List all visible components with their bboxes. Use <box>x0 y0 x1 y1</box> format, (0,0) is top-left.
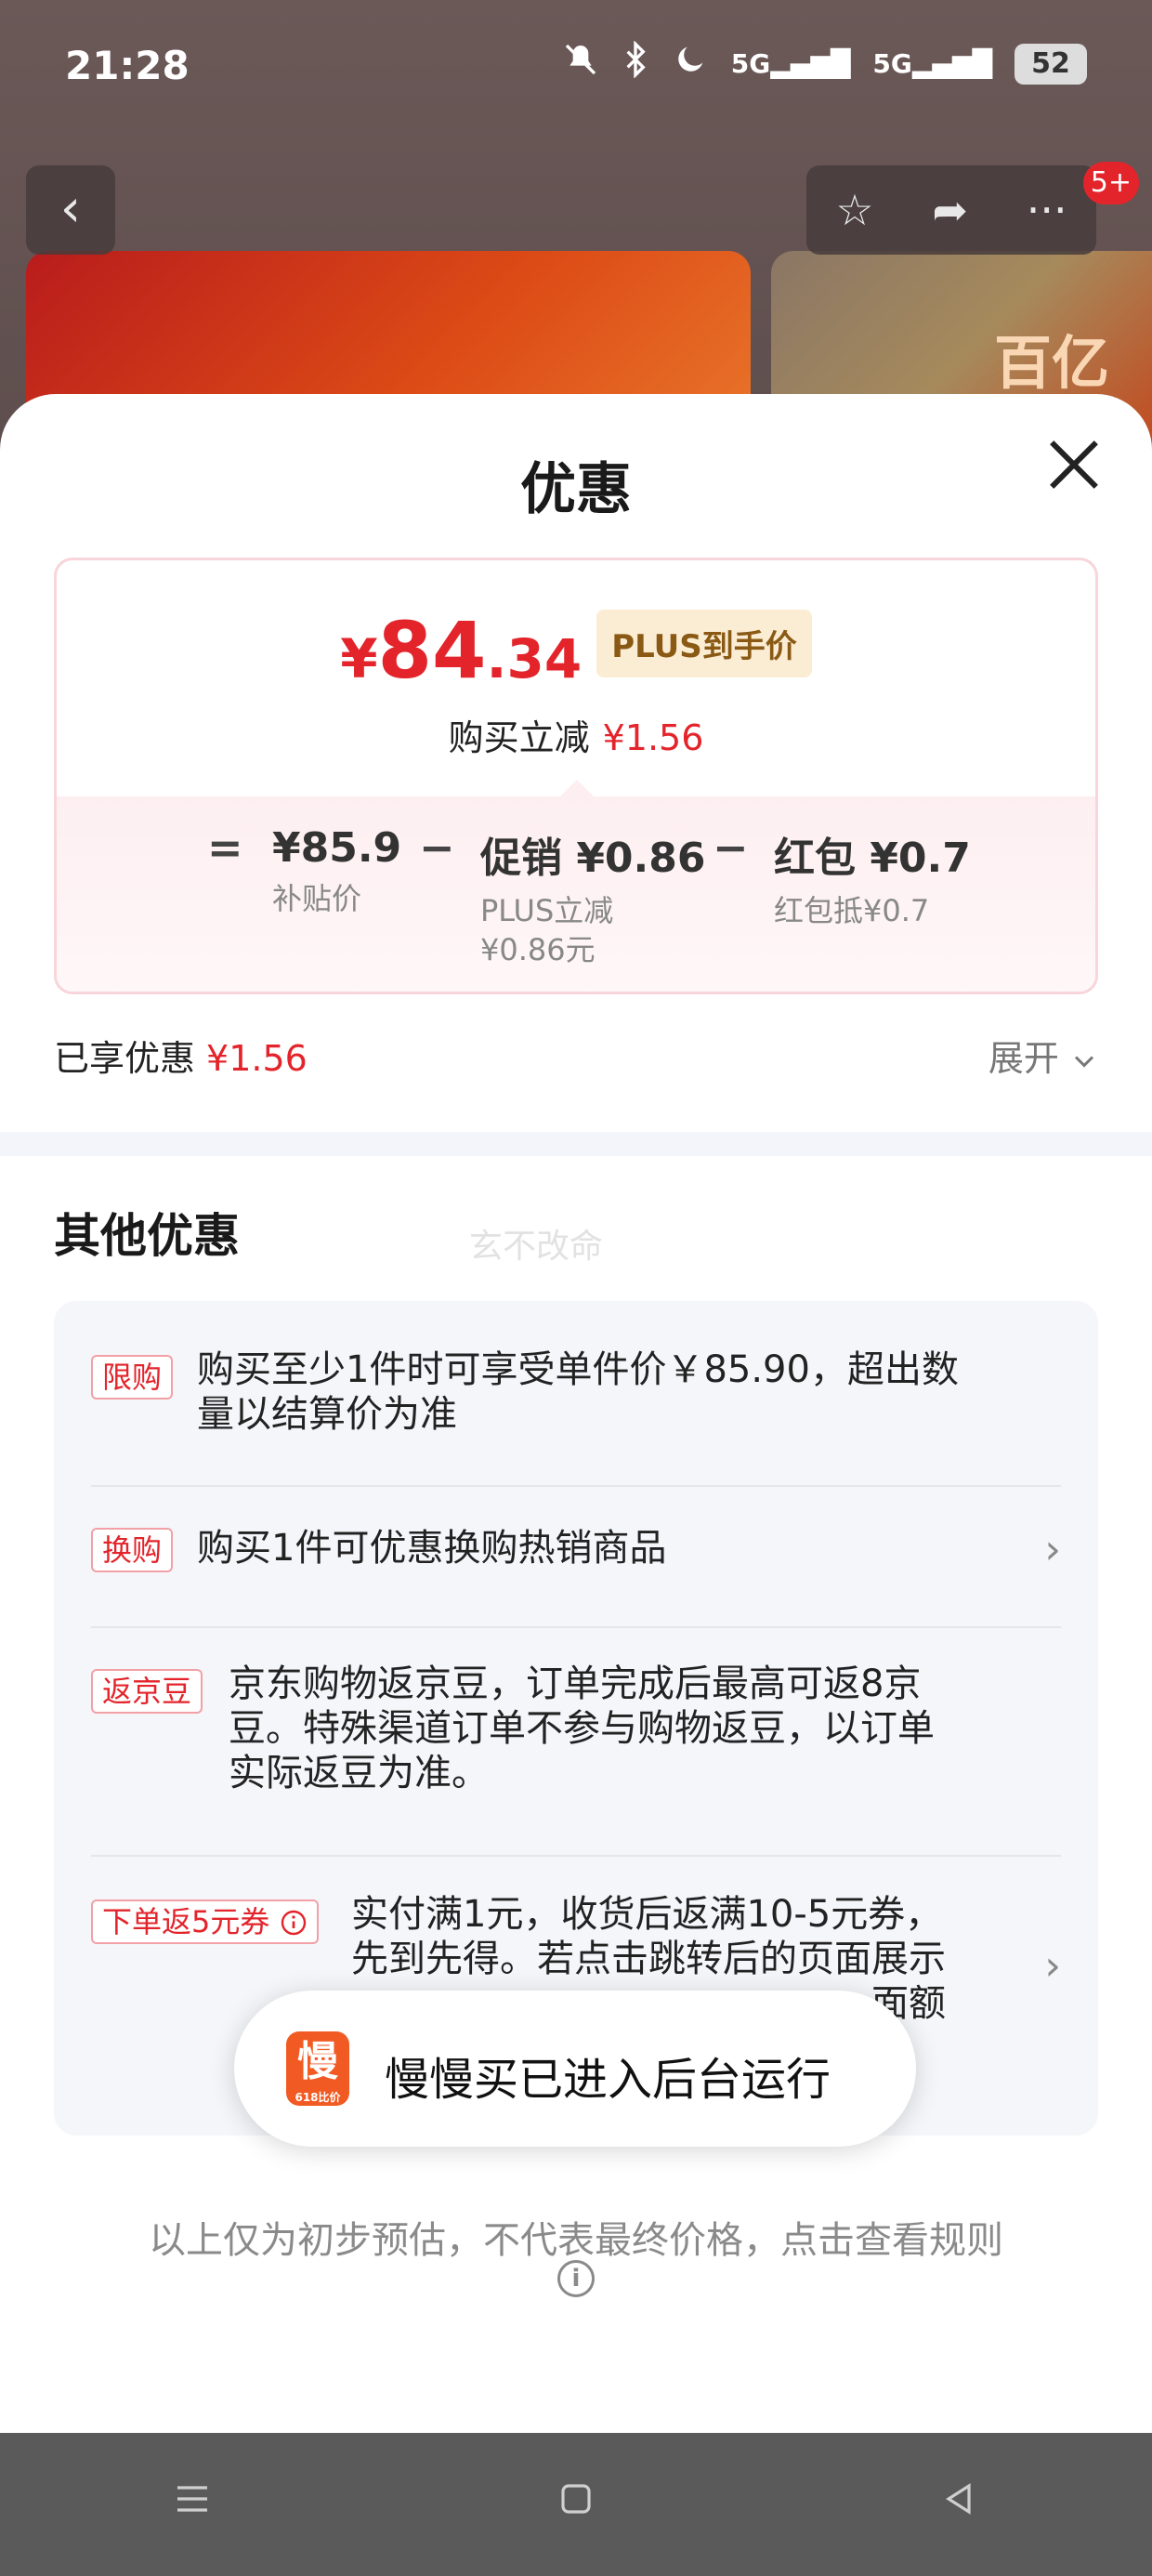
offer-divider <box>91 1626 1061 1628</box>
offer-item-limit: 限购 购买至少1件时可享受单件价￥85.90，超出数 量以结算价为准 <box>91 1347 1061 1450</box>
price-card: ¥ 84 .34 PLUS到手价 购买立减 ¥1.56 = ¥85.9 补贴价 −… <box>54 558 1098 994</box>
moon-icon <box>672 41 709 86</box>
nav-actions: ☆ ➦ ··· <box>806 165 1096 255</box>
signal-1-icon: 5G▂▄▆█ <box>730 48 851 79</box>
home-icon[interactable] <box>554 2477 598 2532</box>
back-button[interactable]: ‹ <box>26 165 115 255</box>
banner-brand-text: 百亿 <box>994 329 1110 397</box>
offer-item-jingdou: 返京豆 京东购物返京豆，订单完成后最高可返8京 豆。特殊渠道订单不参与购物返豆，… <box>91 1662 1061 1810</box>
offer-tag: 下单返5元券 <box>91 1899 319 1944</box>
back-nav-icon[interactable] <box>937 2477 982 2532</box>
offer-text: 京东购物返京豆，订单完成后最高可返8京 豆。特殊渠道订单不参与购物返豆，以订单 … <box>229 1663 935 1794</box>
info-icon[interactable]: i <box>557 2260 595 2297</box>
enjoyed-discount: 已享优惠 ¥1.56 <box>54 1038 308 1079</box>
offer-tag: 换购 <box>91 1528 174 1572</box>
more-icon[interactable]: ··· <box>1027 185 1067 235</box>
subsidy-price: ¥85.9 补贴价 <box>272 824 402 916</box>
close-icon[interactable] <box>1042 433 1106 496</box>
price-disclaimer-link[interactable]: 以上仅为初步预估，不代表最终价格，点击查看规则 <box>0 2210 1152 2264</box>
chevron-right-icon: › <box>1044 1526 1061 1573</box>
watermark-text: 玄不改命 <box>469 1228 604 1266</box>
favorite-star-icon[interactable]: ☆ <box>835 185 873 235</box>
background-running-toast: 慢 618比价 慢慢买已进入后台运行 <box>234 1991 916 2147</box>
status-time: 21:28 <box>65 43 190 88</box>
status-bar: 21:28 5G▂▄▆█ 5G▂▄▆█ 52 <box>0 0 1152 139</box>
app-logo-icon: 慢 618比价 <box>286 2031 349 2106</box>
sheet-title: 优惠 <box>520 457 632 522</box>
menu-icon[interactable] <box>170 2477 215 2532</box>
minus-sign: − <box>419 822 455 873</box>
signal-2-icon: 5G▂▄▆█ <box>872 48 992 79</box>
offer-item-exchange[interactable]: 换购 购买1件可优惠换购热销商品 › <box>91 1520 1061 1595</box>
battery-icon: 52 <box>1015 43 1087 85</box>
system-nav-bar <box>0 2433 1152 2576</box>
redpack-discount: 红包 ¥0.7 红包抵¥0.7 <box>774 835 971 928</box>
mute-icon <box>562 41 599 86</box>
message-badge: 5+ <box>1082 162 1139 204</box>
offer-tag: 限购 <box>91 1355 174 1400</box>
pointer-triangle <box>558 780 596 798</box>
plus-price-tag: PLUS到手价 <box>596 609 812 677</box>
price-breakdown: = ¥85.9 补贴价 − 促销 ¥0.86 PLUS立减 ¥0.86元 − 红… <box>57 796 1095 992</box>
chevron-down-icon <box>1074 1055 1094 1068</box>
promo-discount: 促销 ¥0.86 PLUS立减 ¥0.86元 <box>480 835 706 967</box>
info-icon[interactable] <box>280 1909 308 1937</box>
equals-sign: = <box>207 822 243 873</box>
offer-tag: 返京豆 <box>91 1669 203 1714</box>
share-icon[interactable]: ➦ <box>932 185 968 235</box>
offer-divider <box>91 1485 1061 1487</box>
offer-text: 购买至少1件时可享受单件价￥85.90，超出数 量以结算价为准 <box>197 1348 959 1436</box>
section-divider <box>0 1132 1152 1156</box>
minus-sign: − <box>713 822 749 873</box>
offer-text: 购买1件可优惠换购热销商品 <box>197 1527 667 1570</box>
offer-divider <box>91 1855 1061 1857</box>
other-offers-title: 其他优惠 <box>54 1209 240 1263</box>
expand-button[interactable]: 展开 <box>988 1030 1098 1081</box>
chevron-right-icon: › <box>1044 1942 1061 1990</box>
instant-reduce: 购买立减 ¥1.56 <box>448 717 704 758</box>
bluetooth-icon <box>622 40 649 86</box>
toast-message: 慢慢买已进入后台运行 <box>385 2054 831 2106</box>
final-price: ¥ 84 .34 PLUS到手价 <box>57 605 1095 696</box>
